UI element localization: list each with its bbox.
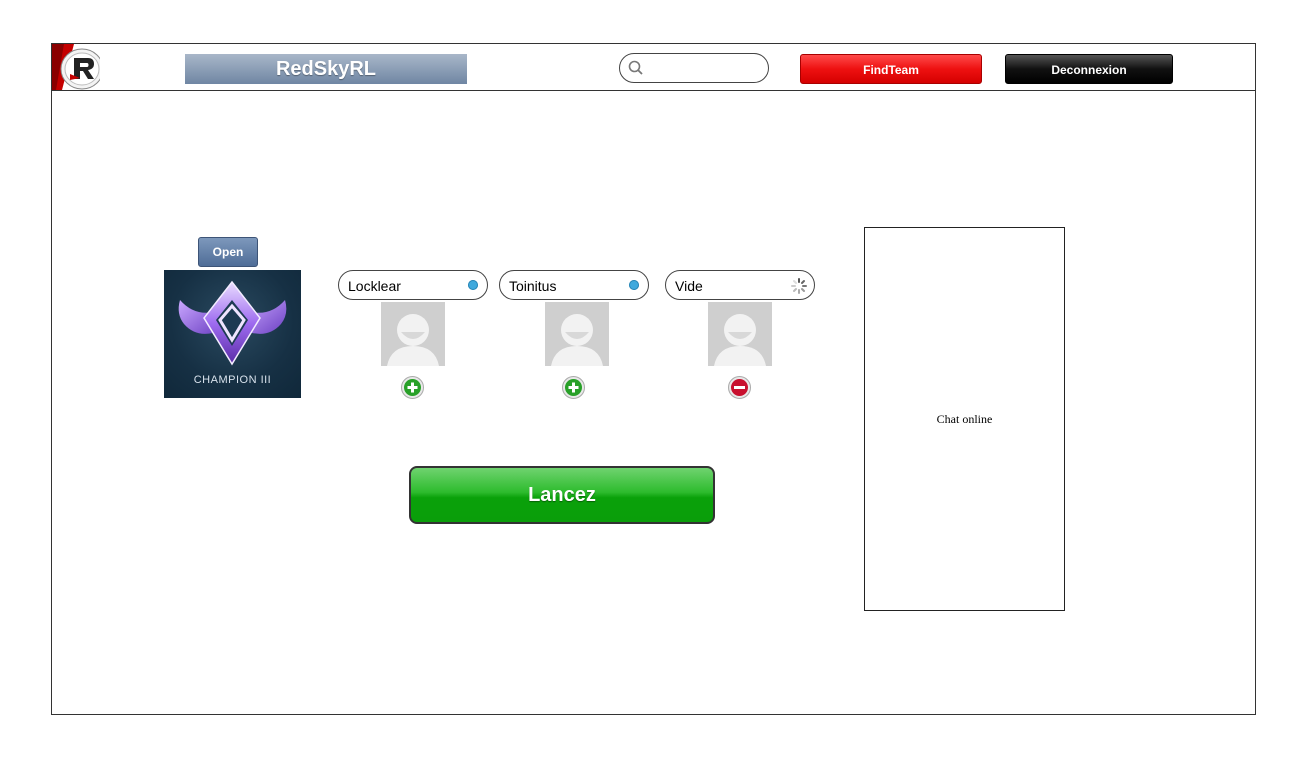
player-slot-1[interactable]: Locklear xyxy=(338,270,488,300)
add-player-button[interactable] xyxy=(562,376,585,399)
player-slot-2[interactable]: Toinitus xyxy=(499,270,649,300)
player-name: Vide xyxy=(675,278,703,294)
app-logo[interactable] xyxy=(52,44,100,90)
search-icon xyxy=(628,60,643,75)
search-box[interactable] xyxy=(619,53,769,83)
rank-name: CHAMPION III xyxy=(193,374,272,386)
logout-button[interactable]: Deconnexion xyxy=(1005,54,1173,84)
add-player-button[interactable] xyxy=(401,376,424,399)
user-avatar-icon xyxy=(708,302,772,366)
player-name: Toinitus xyxy=(509,278,557,294)
plus-circle-icon xyxy=(401,376,424,399)
avatar xyxy=(545,302,609,366)
loading-spinner-icon xyxy=(791,278,807,294)
online-status-icon xyxy=(468,280,478,290)
chat-label: Chat online xyxy=(936,412,993,426)
champion-rank-icon xyxy=(178,280,287,366)
minus-circle-icon xyxy=(728,376,751,399)
avatar xyxy=(708,302,772,366)
online-status-icon xyxy=(629,280,639,290)
findteam-button[interactable]: FindTeam xyxy=(800,54,982,84)
open-button[interactable]: Open xyxy=(198,237,258,267)
rank-badge: CHAMPION III xyxy=(164,270,301,398)
chat-panel[interactable]: Chat online xyxy=(864,227,1065,611)
user-avatar-icon xyxy=(381,302,445,366)
search-input[interactable] xyxy=(650,58,764,80)
app-title: RedSkyRL xyxy=(185,54,467,84)
launch-button[interactable]: Lancez xyxy=(409,466,715,524)
logo-icon xyxy=(52,44,100,90)
plus-circle-icon xyxy=(562,376,585,399)
remove-player-button[interactable] xyxy=(728,376,751,399)
player-slot-3[interactable]: Vide xyxy=(665,270,815,300)
player-name: Locklear xyxy=(348,278,401,294)
user-avatar-icon xyxy=(545,302,609,366)
avatar xyxy=(381,302,445,366)
